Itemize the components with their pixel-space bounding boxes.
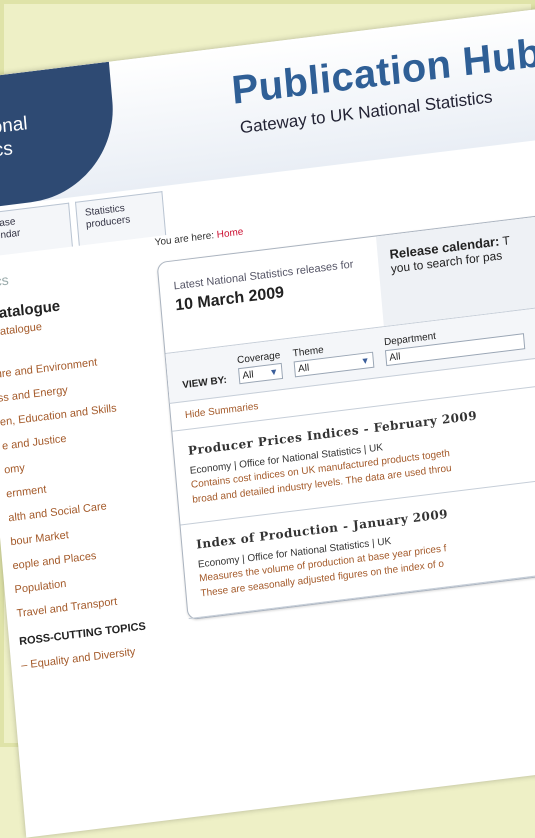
logo[interactable]: tional tics bbox=[0, 61, 121, 210]
sidebar-item-travel[interactable]: Travel and Transport bbox=[16, 590, 166, 620]
tab-release-calendar[interactable]: lease lendar bbox=[0, 202, 73, 258]
chevron-down-icon: ▼ bbox=[268, 366, 279, 378]
filter-coverage: Coverage All ▼ bbox=[237, 350, 283, 385]
coverage-select-value: All bbox=[242, 368, 255, 382]
browser-screen: tional tics Publication Hub Gateway to U… bbox=[0, 2, 535, 838]
coverage-select[interactable]: All ▼ bbox=[237, 362, 283, 385]
sidebar-item-equality[interactable]: – Equality and Diversity bbox=[21, 642, 171, 672]
main-content: You are here: Home Latest National Stati… bbox=[154, 180, 535, 621]
filter-theme: Theme All ▼ bbox=[292, 339, 375, 378]
breadcrumb-home-link[interactable]: Home bbox=[216, 227, 243, 241]
view-by-label: VIEW BY: bbox=[181, 374, 228, 392]
releases-panel: Latest National Statistics releases for … bbox=[156, 208, 535, 621]
filter-department: Department All bbox=[384, 320, 526, 367]
release-calendar-box: Release calendar: T you to search for pa… bbox=[375, 209, 535, 327]
department-select-value: All bbox=[388, 350, 401, 364]
sidebar-search-text[interactable]: tics bbox=[0, 256, 137, 291]
logo-line-2: tics bbox=[0, 138, 14, 163]
chevron-down-icon: ▼ bbox=[360, 355, 371, 367]
left-sidebar: tics catalogue Catalogue ure and Environ… bbox=[0, 250, 172, 684]
release-calendar-text-1: T bbox=[501, 233, 511, 249]
tab-statistics-producers[interactable]: Statistics producers bbox=[74, 191, 167, 246]
theme-select-value: All bbox=[297, 362, 310, 375]
